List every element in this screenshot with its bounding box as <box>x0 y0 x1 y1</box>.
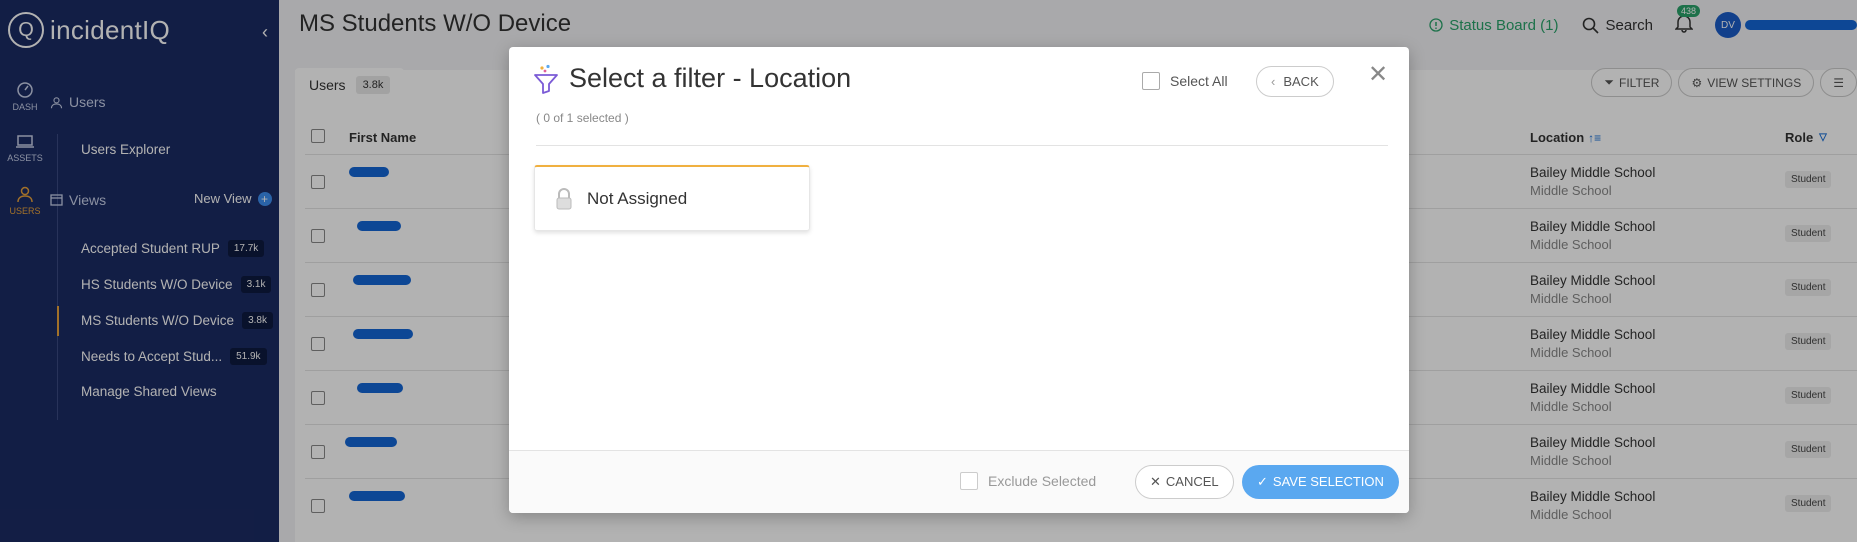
select-all-label: Select All <box>1170 73 1228 89</box>
back-button[interactable]: ‹ BACK <box>1256 66 1334 97</box>
checkbox-box[interactable] <box>1142 72 1160 90</box>
filter-modal: Select a filter - Location ( 0 of 1 sele… <box>509 47 1409 513</box>
close-small-icon: ✕ <box>1150 474 1161 489</box>
exclude-label: Exclude Selected <box>988 473 1097 489</box>
save-label: SAVE SELECTION <box>1272 474 1384 489</box>
modal-title: Select a filter - Location <box>569 63 852 93</box>
modal-header: Select a filter - Location <box>533 63 851 94</box>
modal-footer: Exclude Selected ✕ CANCEL ✓ SAVE SELECTION <box>509 450 1409 513</box>
modal-divider <box>536 145 1388 146</box>
back-label: BACK <box>1283 74 1319 89</box>
close-icon[interactable]: ✕ <box>1368 63 1388 87</box>
selection-count: ( 0 of 1 selected ) <box>536 111 629 125</box>
select-all-checkbox[interactable]: Select All <box>1142 72 1228 90</box>
cancel-button[interactable]: ✕ CANCEL <box>1135 465 1234 499</box>
option-label: Not Assigned <box>587 188 688 208</box>
lock-icon <box>556 187 572 209</box>
check-icon: ✓ <box>1257 474 1268 489</box>
filter-option-not-assigned[interactable]: Not Assigned <box>534 165 810 231</box>
funnel-icon <box>534 64 558 94</box>
cancel-label: CANCEL <box>1165 474 1219 489</box>
checkbox-box[interactable] <box>960 472 978 490</box>
chevron-left-icon: ‹ <box>1271 74 1276 89</box>
save-selection-button[interactable]: ✓ SAVE SELECTION <box>1242 465 1399 499</box>
exclude-selected-checkbox[interactable]: Exclude Selected <box>960 472 1096 490</box>
